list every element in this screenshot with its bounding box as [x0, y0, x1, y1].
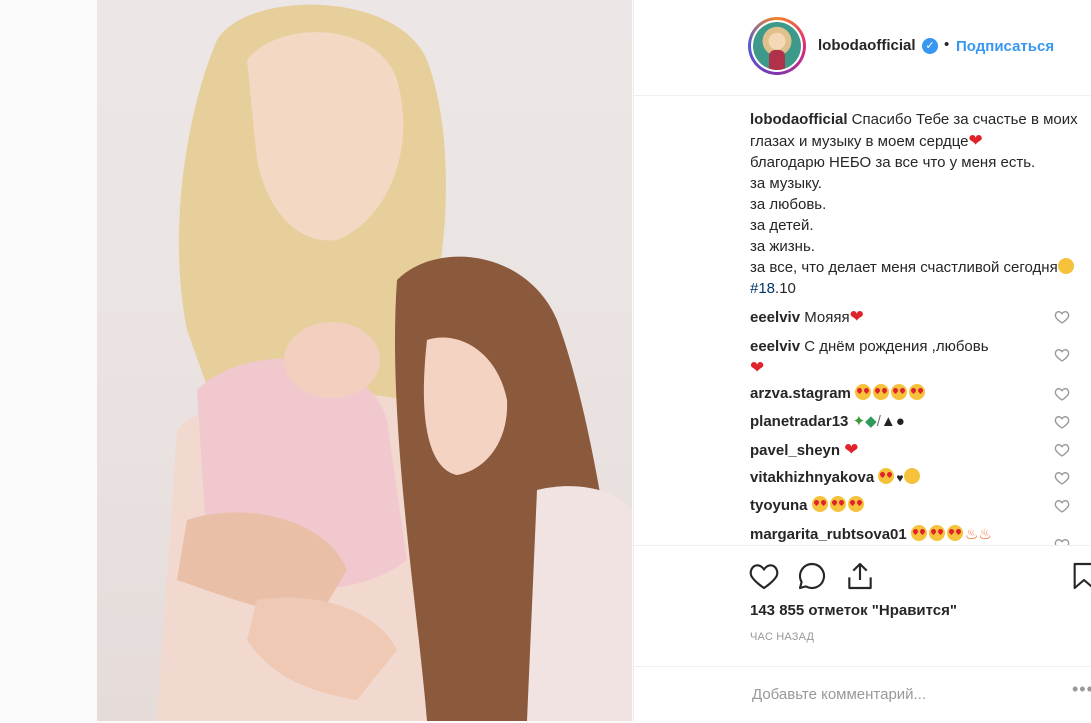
heart-eyes-icon: [847, 496, 864, 512]
comment-row: eeelviv Мояяя❤: [750, 306, 1050, 328]
verified-badge-icon: ✓: [922, 38, 938, 54]
heart-eyes-icon: [928, 525, 945, 541]
post-header: lobodaofficial ✓ • Подписаться: [634, 0, 1091, 96]
comment-row: planetradar13 ✦◆/▲●: [750, 411, 1050, 432]
comment-username[interactable]: vitakhizhnyakova: [750, 469, 874, 486]
add-comment-bar: •••: [634, 666, 1091, 723]
bomb-icon: ●: [895, 413, 905, 430]
comment-row: vitakhizhnyakova ♥: [750, 467, 1050, 489]
comment-text: Мояяя: [804, 309, 850, 326]
heart-eyes-icon: [873, 384, 890, 400]
comment-username[interactable]: planetradar13: [750, 413, 848, 430]
like-comment-heart-icon[interactable]: [1054, 414, 1070, 430]
caption-line7: за все, что делает меня счастливой сегод…: [750, 259, 1058, 276]
comments-list[interactable]: lobodaofficial Спасибо Тебе за счастье в…: [634, 95, 1091, 545]
shield-icon: ◆: [865, 413, 877, 430]
share-icon[interactable]: [844, 560, 876, 592]
heart-eyes-icon: [909, 384, 926, 400]
comment-row: tyoyuna: [750, 495, 1050, 516]
caption-username[interactable]: lobodaofficial: [750, 111, 848, 128]
like-comment-heart-icon[interactable]: [1054, 347, 1070, 363]
red-heart-icon: ❤: [750, 358, 765, 377]
like-comment-heart-icon[interactable]: [1054, 498, 1070, 514]
comment-input[interactable]: [750, 681, 1054, 707]
comment-username[interactable]: margarita_rubtsova01: [750, 526, 907, 543]
red-heart-icon: ❤: [849, 307, 864, 326]
like-comment-heart-icon[interactable]: [1054, 470, 1070, 486]
heart-eyes-icon: [891, 384, 908, 400]
like-heart-icon[interactable]: [748, 560, 780, 592]
comment-username[interactable]: tyoyuna: [750, 497, 808, 514]
caption-line3: за музыку.: [750, 175, 822, 192]
comment-row: margarita_rubtsova01 ♨♨: [750, 524, 1070, 545]
like-comment-heart-icon[interactable]: [1054, 309, 1070, 325]
heart-eyes-icon: [855, 384, 872, 400]
post-sidebar: lobodaofficial ✓ • Подписаться lobodaoff…: [633, 0, 1091, 721]
heart-eyes-icon: [811, 496, 828, 512]
comment-username[interactable]: eeelviv: [750, 338, 800, 355]
heart-eyes-icon: [910, 525, 927, 541]
caption-line2: благодарю НЕБО за все что у меня есть.: [750, 154, 1036, 171]
fire-icon: ♨: [964, 526, 979, 543]
like-comment-heart-icon[interactable]: [1054, 537, 1070, 545]
comment-row: arzva.stagram: [750, 383, 1050, 404]
comment-row: pavel_sheyn ❤: [750, 439, 1050, 461]
caption-line4: за любовь.: [750, 196, 827, 213]
post-actions: 143 855 отметок "Нравится" ЧАС НАЗАД •••: [634, 545, 1091, 722]
cactus-icon: ✦: [852, 413, 866, 430]
comment-username[interactable]: pavel_sheyn: [750, 442, 840, 459]
avatar-figure: [769, 50, 785, 70]
post-photo[interactable]: [97, 0, 632, 721]
header-separator: •: [944, 36, 950, 53]
kiss-face-icon: [903, 468, 920, 484]
comment-text: С днём рождения ,любовь: [804, 338, 989, 355]
caption-line5: за детей.: [750, 217, 814, 234]
heart-eyes-icon: [878, 468, 895, 484]
caption-line6: за жизнь.: [750, 238, 815, 255]
more-options-icon[interactable]: •••: [1072, 679, 1091, 700]
like-comment-heart-icon[interactable]: [1054, 386, 1070, 402]
comment-username[interactable]: eeelviv: [750, 309, 800, 326]
save-bookmark-icon[interactable]: [1068, 560, 1091, 592]
heart-eyes-icon: [946, 525, 963, 541]
post-caption: lobodaofficial Спасибо Тебе за счастье в…: [750, 109, 1080, 299]
comment-username[interactable]: arzva.stagram: [750, 385, 851, 402]
likes-count[interactable]: 143 855 отметок "Нравится": [750, 602, 957, 619]
like-comment-heart-icon[interactable]: [1054, 442, 1070, 458]
follow-button[interactable]: Подписаться: [956, 38, 1054, 55]
red-heart-icon: ❤: [968, 131, 983, 150]
heart-eyes-icon: [829, 496, 846, 512]
caption-tail: .10: [775, 280, 796, 297]
avatar-image: [753, 22, 801, 70]
fire-icon: ♨: [978, 526, 992, 543]
comment-row: eeelviv С днём рождения ,любовь ❤: [750, 336, 1050, 379]
avatar[interactable]: [748, 17, 806, 75]
post-photo-illustration: [157, 4, 632, 721]
header-username[interactable]: lobodaofficial: [818, 37, 916, 54]
black-heart-icon: ♥: [896, 471, 904, 485]
avatar-frame: [751, 20, 803, 72]
praying-hands-icon: [1057, 258, 1074, 274]
graduation-cap-icon: ▲: [880, 413, 896, 430]
post-timestamp[interactable]: ЧАС НАЗАД: [750, 631, 814, 643]
red-heart-icon: ❤: [844, 440, 859, 459]
comment-bubble-icon[interactable]: [796, 560, 828, 592]
hashtag-link[interactable]: #18: [750, 280, 775, 297]
